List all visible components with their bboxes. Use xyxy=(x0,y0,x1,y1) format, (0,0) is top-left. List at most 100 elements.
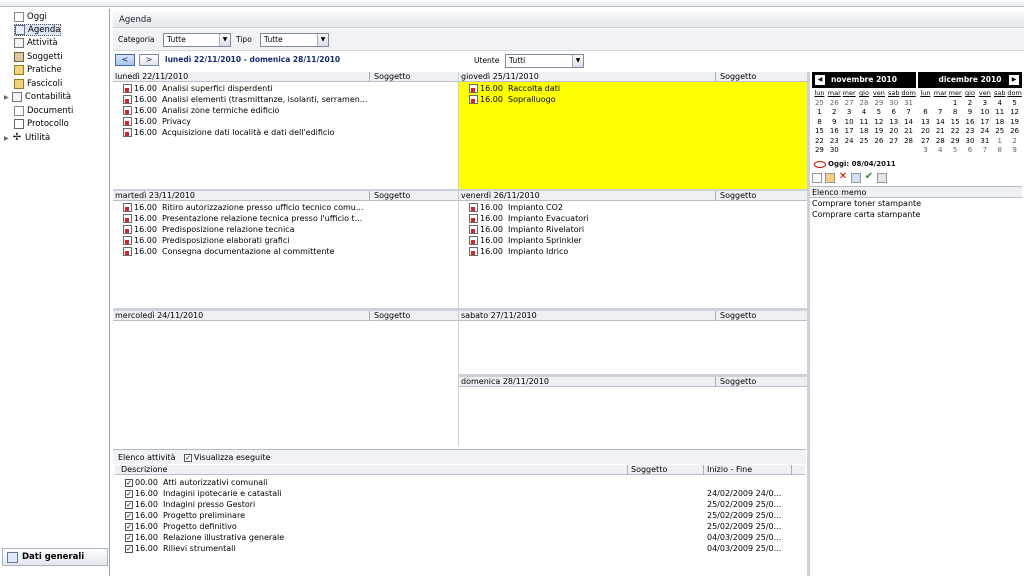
event-item[interactable]: 16.00 Impianto CO2 xyxy=(469,202,563,213)
calendar-day[interactable]: 5 xyxy=(871,108,886,118)
calendar-day[interactable]: 15 xyxy=(812,127,827,137)
sidebar-item-pratiche[interactable]: Pratiche xyxy=(14,64,62,76)
event-item[interactable]: 16.00 Impianto Rivelatori xyxy=(469,224,584,235)
event-item[interactable]: 16.00 Privacy xyxy=(123,116,191,127)
calendar-day[interactable]: 27 xyxy=(842,99,857,109)
day-cell-monday[interactable]: lunedì 22/11/2010 Soggetto 16.00 Analisi … xyxy=(113,72,458,189)
calendar-day[interactable]: 19 xyxy=(871,127,886,137)
prev-month-button[interactable]: ◀ xyxy=(815,75,825,85)
today-link[interactable]: Oggi: 08/04/2011 xyxy=(814,160,896,168)
column-descrizione[interactable]: Descrizione xyxy=(115,465,167,475)
event-item[interactable]: 16.00 Sopralluogo xyxy=(469,94,556,105)
calendar-day[interactable]: 11 xyxy=(857,118,872,128)
day-cell-thursday[interactable]: giovedì 25/11/2010 Soggetto 16.00 Raccolt… xyxy=(459,72,807,189)
subject-column-header[interactable]: Soggetto xyxy=(369,72,410,82)
calendar-day[interactable]: 29 xyxy=(948,137,963,147)
calendar-day[interactable]: 3 xyxy=(918,146,933,156)
calendar-day[interactable]: 10 xyxy=(842,118,857,128)
utente-select[interactable]: Tutti ▼ xyxy=(505,54,584,68)
calendar-day[interactable]: 7 xyxy=(933,108,948,118)
calendar-day[interactable]: 22 xyxy=(948,127,963,137)
calendar-day[interactable]: 16 xyxy=(963,118,978,128)
calendar-day[interactable]: 9 xyxy=(1007,146,1022,156)
memo-item[interactable]: Comprare toner stampante xyxy=(810,198,1022,209)
prev-week-button[interactable]: < xyxy=(115,54,135,66)
calendar-day[interactable]: 17 xyxy=(842,127,857,137)
sidebar-item-agenda[interactable]: Agenda xyxy=(14,24,62,36)
calendar-day[interactable]: 26 xyxy=(871,137,886,147)
event-item[interactable]: 16.00 Analisi zone termiche edificio xyxy=(123,105,279,116)
calendar-day[interactable]: 25 xyxy=(857,137,872,147)
calendar-day[interactable]: 20 xyxy=(886,127,901,137)
calendar-day[interactable]: 14 xyxy=(933,118,948,128)
event-item[interactable]: 16.00 Analisi superfici disperdenti xyxy=(123,83,273,94)
calendar-day[interactable]: 17 xyxy=(977,118,992,128)
calendar-day[interactable]: 25 xyxy=(992,127,1007,137)
expand-icon[interactable]: ▶ xyxy=(4,135,12,142)
calendar-day[interactable]: 28 xyxy=(933,137,948,147)
subject-column-header[interactable]: Soggetto xyxy=(369,191,410,201)
calendar-day[interactable]: 1 xyxy=(948,99,963,109)
event-item[interactable]: 16.00 Raccolta dati xyxy=(469,83,560,94)
column-soggetto[interactable]: Soggetto xyxy=(627,465,667,475)
calendar-day[interactable]: 18 xyxy=(992,118,1007,128)
calendar-day[interactable]: 7 xyxy=(901,108,916,118)
calendar-day[interactable]: 18 xyxy=(857,127,872,137)
activity-row[interactable]: ✓ 16.00 Indagini ipotecarie e catastali 24… xyxy=(125,488,795,499)
calendar-day[interactable]: 7 xyxy=(977,146,992,156)
activity-row[interactable]: ✓ 16.00 Progetto preliminare 25/02/2009 25… xyxy=(125,510,795,521)
sidebar-item-protocollo[interactable]: Protocollo xyxy=(14,118,69,130)
event-item[interactable]: 16.00 Analisi elementi (trasmittanze, is… xyxy=(123,94,367,105)
activity-row[interactable]: ✓ 16.00 Progetto definitivo 25/02/2009 25/… xyxy=(125,521,795,532)
calendar-day[interactable]: 13 xyxy=(918,118,933,128)
subject-column-header[interactable]: Soggetto xyxy=(715,191,756,201)
event-item[interactable]: 16.00 Consegna documentazione al committ… xyxy=(123,246,334,257)
checkmark-icon[interactable]: ✔ xyxy=(864,172,874,183)
calendar-day[interactable]: 6 xyxy=(918,108,933,118)
calendar-day[interactable]: 4 xyxy=(992,99,1007,109)
calendar-day[interactable]: 8 xyxy=(812,118,827,128)
next-month-button[interactable]: ▶ xyxy=(1009,75,1019,85)
day-cell-saturday[interactable]: sabato 27/11/2010 Soggetto xyxy=(459,311,807,374)
subject-column-header[interactable]: Soggetto xyxy=(715,72,756,82)
print-icon[interactable] xyxy=(877,173,887,183)
activity-row[interactable]: ✓ 16.00 Rilievi strumentali 04/03/2009 25/… xyxy=(125,543,795,554)
day-cell-tuesday[interactable]: martedì 23/11/2010 Soggetto 16.00 Ritiro … xyxy=(113,191,458,308)
calendar-day[interactable]: 3 xyxy=(842,108,857,118)
sidebar-item-soggetti[interactable]: Soggetti xyxy=(14,51,63,63)
calendar-day[interactable]: 23 xyxy=(827,137,842,147)
tipo-select[interactable]: Tutte ▼ xyxy=(260,33,329,47)
calendar-day[interactable]: 10 xyxy=(977,108,992,118)
calendar-day[interactable]: 25 xyxy=(812,99,827,109)
calendar-day[interactable]: 8 xyxy=(948,108,963,118)
show-done-checkbox[interactable]: ✓ Visualizza eseguite xyxy=(184,453,270,463)
calendar-day[interactable]: 24 xyxy=(842,137,857,147)
calendar-day[interactable]: 31 xyxy=(977,137,992,147)
calendar-day[interactable]: 24 xyxy=(977,127,992,137)
expand-icon[interactable]: ▶ xyxy=(4,94,12,101)
calendar-day[interactable]: 4 xyxy=(933,146,948,156)
calendar-day[interactable]: 22 xyxy=(812,137,827,147)
subject-column-header[interactable]: Soggetto xyxy=(715,311,756,321)
calendar-day[interactable]: 30 xyxy=(963,137,978,147)
calendar-day[interactable]: 5 xyxy=(1007,99,1022,109)
calendar-day[interactable]: 26 xyxy=(1007,127,1022,137)
activity-row[interactable]: ✓ 16.00 Indagini presso Gestori 25/02/2009… xyxy=(125,499,795,510)
event-item[interactable]: 16.00 Impianto Evacuatori xyxy=(469,213,589,224)
calendar-day[interactable]: 27 xyxy=(886,137,901,147)
calendar-day[interactable]: 28 xyxy=(857,99,872,109)
activity-row[interactable]: ✓ 16.00 Relazione illustrativa generale 04… xyxy=(125,532,795,543)
sidebar-item-utilita[interactable]: ▶ ✢ Utilità xyxy=(4,132,50,144)
activity-row[interactable]: ✓ 00.00 Atti autorizzativi comunali xyxy=(125,477,795,488)
subject-column-header[interactable]: Soggetto xyxy=(369,311,410,321)
day-cell-sunday[interactable]: domenica 28/11/2010 Soggetto xyxy=(459,377,807,446)
calendar-day[interactable]: 6 xyxy=(963,146,978,156)
calendar-day[interactable]: 1 xyxy=(992,137,1007,147)
calendar-day[interactable]: 30 xyxy=(827,146,842,156)
event-item[interactable]: 16.00 Impianto Sprinkler xyxy=(469,235,582,246)
calendar-day[interactable]: 21 xyxy=(901,127,916,137)
calendar-day[interactable]: 2 xyxy=(827,108,842,118)
event-item[interactable]: 16.00 Ritiro autorizzazione presso uffic… xyxy=(123,202,363,213)
calendar-day[interactable]: 5 xyxy=(948,146,963,156)
sidebar-item-fascicoli[interactable]: Fascicoli xyxy=(14,78,62,90)
